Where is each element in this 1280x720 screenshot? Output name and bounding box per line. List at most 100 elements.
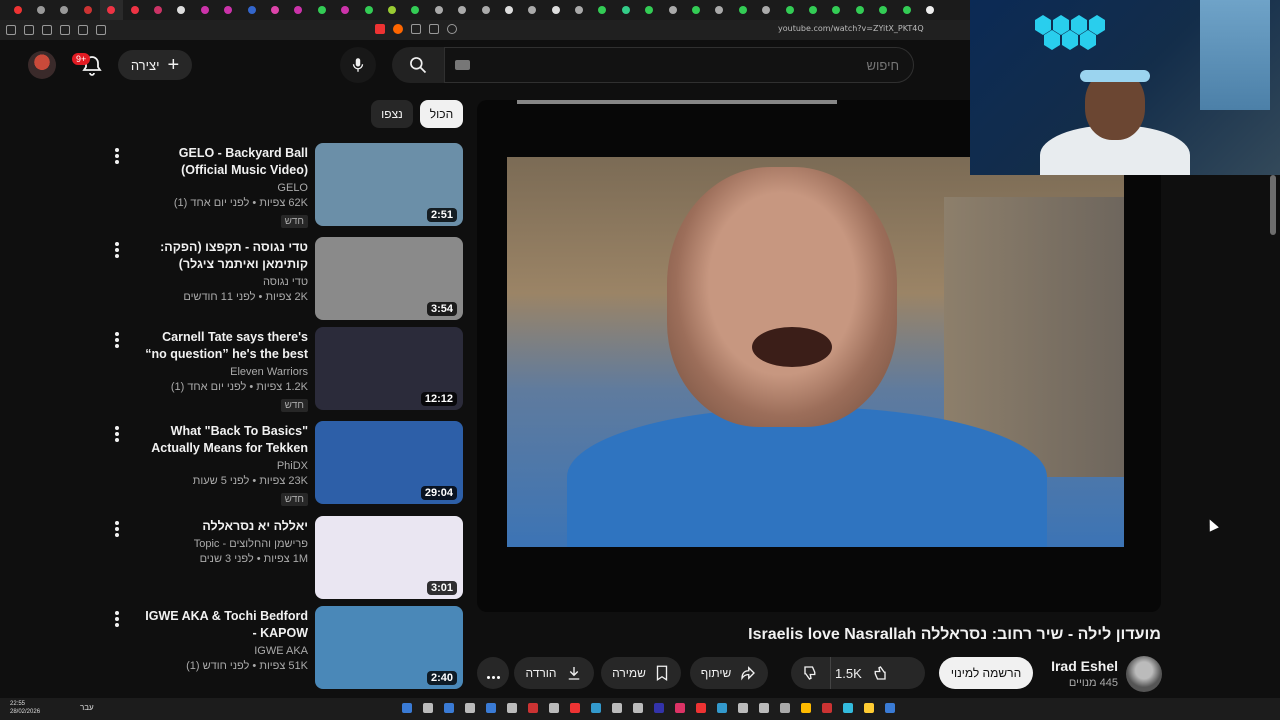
search-input[interactable] (444, 47, 914, 83)
voice-search-button[interactable] (340, 47, 376, 83)
taskbar-app-icon[interactable] (696, 703, 706, 713)
taskbar-clock[interactable]: 22:55 28/02/2026 (10, 700, 40, 716)
taskbar-app-icon[interactable] (423, 703, 433, 713)
page-icon[interactable] (42, 25, 52, 35)
chip-watched[interactable]: נצפו (371, 100, 413, 128)
taskbar-app-icon[interactable] (738, 703, 748, 713)
subscribe-button[interactable]: הרשמה למינוי (939, 657, 1033, 689)
browser-tab[interactable] (848, 0, 871, 20)
download-button[interactable]: הורדה (514, 657, 594, 689)
taskbar-app-icon[interactable] (549, 703, 559, 713)
video-thumbnail[interactable]: 2:40 (315, 606, 463, 689)
taskbar-app-icon[interactable] (801, 703, 811, 713)
browser-tab[interactable] (193, 0, 216, 20)
browser-tab[interactable] (380, 0, 403, 20)
browser-tab[interactable] (146, 0, 169, 20)
url-text[interactable]: youtube.com/watch?v=ZYitX_PKT4Q (778, 24, 924, 33)
taskbar-app-icon[interactable] (444, 703, 454, 713)
browser-tab[interactable] (450, 0, 473, 20)
video-thumbnail[interactable]: 29:04 (315, 421, 463, 504)
taskbar-app-icon[interactable] (822, 703, 832, 713)
more-options-icon[interactable] (112, 520, 122, 540)
video-title[interactable]: Carnell Tate says there's “no question” … (138, 329, 308, 363)
taskbar-app-icon[interactable] (528, 703, 538, 713)
music-icon[interactable] (60, 25, 70, 35)
browser-tab[interactable] (287, 0, 310, 20)
save-button[interactable]: שמירה (601, 657, 681, 689)
browser-tab[interactable] (310, 0, 333, 20)
browser-tab[interactable] (801, 0, 824, 20)
video-title[interactable]: IGWE AKA & Tochi Bedford - KAPOW (138, 608, 308, 642)
taskbar-app-icon[interactable] (759, 703, 769, 713)
browser-tab[interactable] (6, 0, 29, 20)
browser-tab[interactable] (521, 0, 544, 20)
dislike-button[interactable] (791, 657, 831, 689)
search-button[interactable] (392, 47, 444, 83)
browser-tab[interactable] (333, 0, 356, 20)
browser-tab[interactable] (731, 0, 754, 20)
taskbar-app-icon[interactable] (780, 703, 790, 713)
browser-tab[interactable] (638, 0, 661, 20)
browser-tab[interactable] (544, 0, 567, 20)
channel-avatar[interactable] (1126, 656, 1162, 692)
video-title[interactable]: GELO - Backyard Ball (Official Music Vid… (138, 145, 308, 179)
channel-name[interactable]: פרישמן והחלוצים - Topic (138, 537, 308, 552)
taskbar-app-icon[interactable] (507, 703, 517, 713)
tab-icon[interactable] (78, 25, 88, 35)
browser-tab[interactable] (684, 0, 707, 20)
browser-tab[interactable] (53, 0, 76, 20)
more-options-icon[interactable] (112, 331, 122, 351)
taskbar-app-icon[interactable] (402, 703, 412, 713)
taskbar-app-icon[interactable] (591, 703, 601, 713)
video-title[interactable]: What "Back To Basics" Actually Means for… (138, 423, 308, 457)
more-options-icon[interactable] (112, 425, 122, 445)
create-button[interactable]: יצירה + (118, 50, 192, 80)
taskbar-app-icon[interactable] (570, 703, 580, 713)
channel-name[interactable]: PhiDX (138, 459, 308, 474)
browser-tab[interactable] (123, 0, 146, 20)
more-options-icon[interactable] (112, 147, 122, 167)
video-player[interactable] (477, 100, 1161, 612)
link-icon[interactable] (447, 24, 457, 34)
account-avatar[interactable] (28, 51, 56, 79)
taskbar-app-icon[interactable] (612, 703, 622, 713)
more-options-icon[interactable] (112, 610, 122, 630)
chip-all[interactable]: הכול (420, 100, 463, 128)
browser-tab[interactable] (240, 0, 263, 20)
language-indicator[interactable]: עבר (80, 703, 94, 712)
browser-tab[interactable] (825, 0, 848, 20)
channel-name[interactable]: Eleven Warriors (138, 365, 308, 380)
browser-tab[interactable] (708, 0, 731, 20)
taskbar-app-icon[interactable] (633, 703, 643, 713)
channel-name[interactable]: Irad Eshel (1040, 658, 1118, 674)
browser-tab[interactable] (614, 0, 637, 20)
channel-name[interactable]: GELO (138, 181, 308, 196)
brave-shields-icon[interactable] (393, 24, 403, 34)
video-title[interactable]: טדי נגוסה - תקפצו (הפקה: קותימאן ואיתמר … (138, 239, 308, 273)
browser-tab[interactable] (755, 0, 778, 20)
taskbar-app-icon[interactable] (717, 703, 727, 713)
browser-tab[interactable] (567, 0, 590, 20)
menu-icon[interactable] (6, 25, 16, 35)
extension-icon[interactable] (429, 24, 439, 34)
browser-tab[interactable] (404, 0, 427, 20)
browser-tab[interactable] (474, 0, 497, 20)
taskbar-app-icon[interactable] (885, 703, 895, 713)
taskbar-app-icon[interactable] (465, 703, 475, 713)
browser-tab[interactable] (591, 0, 614, 20)
browser-tab[interactable] (918, 0, 941, 20)
channel-name[interactable]: IGWE AKA (138, 644, 308, 659)
taskbar-app-icon[interactable] (675, 703, 685, 713)
browser-tab[interactable] (170, 0, 193, 20)
video-title[interactable]: יאללה יא נסראללה (138, 518, 308, 535)
sidebar-icon[interactable] (411, 24, 421, 34)
video-thumbnail[interactable]: 3:54 (315, 237, 463, 320)
more-options-icon[interactable] (112, 241, 122, 261)
window-icon[interactable] (96, 25, 106, 35)
browser-tab[interactable] (217, 0, 240, 20)
browser-tab[interactable] (29, 0, 52, 20)
browser-tab[interactable] (497, 0, 520, 20)
taskbar-app-icon[interactable] (654, 703, 664, 713)
taskbar-app-icon[interactable] (486, 703, 496, 713)
browser-tab[interactable] (99, 0, 123, 20)
